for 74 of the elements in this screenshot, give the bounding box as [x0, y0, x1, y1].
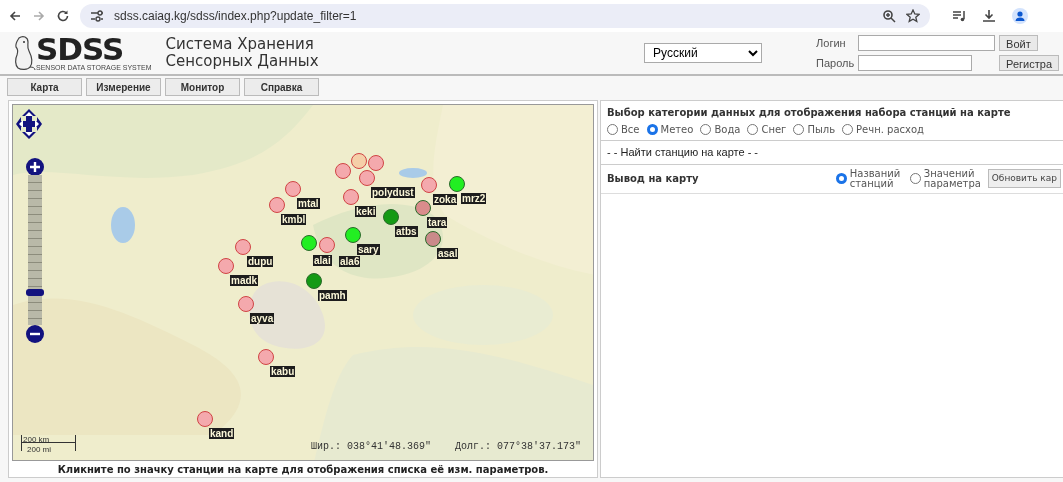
station-label[interactable]: atbs [395, 226, 418, 237]
station-label[interactable]: ayva [250, 313, 275, 324]
station-label[interactable]: dupu [247, 256, 274, 267]
station-label[interactable]: asal [437, 248, 459, 259]
radio-button[interactable] [700, 124, 712, 135]
menu-button[interactable]: Измерение [86, 78, 161, 96]
station-label[interactable]: alai [313, 255, 332, 266]
radio-label[interactable]: Снег [761, 122, 787, 137]
station-label[interactable]: pamh [318, 290, 347, 301]
menu-button[interactable]: Карта [7, 78, 82, 96]
site-title: Система Хранения [165, 36, 315, 53]
station-label[interactable]: mrz2 [461, 193, 487, 204]
radio-label[interactable]: Значений параметра [923, 168, 984, 189]
language-select[interactable]: Русский [644, 43, 763, 63]
address-bar[interactable]: sdss.caiag.kg/sdss/index.php?update_filter=1 [80, 4, 930, 28]
station-label[interactable]: madk [230, 275, 259, 286]
scale-label: 200 km [23, 434, 50, 446]
site-title: Сенсорных Данных [165, 53, 319, 70]
login-button[interactable]: Войт [999, 34, 1038, 51]
station-label[interactable]: tara [427, 217, 448, 228]
station-label[interactable]: keki [355, 206, 377, 217]
zoom-out-icon[interactable] [26, 325, 44, 343]
site-settings-icon[interactable] [90, 10, 104, 22]
radio-button[interactable] [646, 124, 658, 135]
station-label[interactable]: kabu [270, 366, 296, 377]
radio-button[interactable] [793, 124, 805, 135]
radio-label[interactable]: Пыль [807, 122, 836, 137]
register-button[interactable]: Регистра [999, 55, 1059, 72]
station-label[interactable]: polydust [371, 187, 415, 198]
radio-button[interactable] [747, 124, 759, 135]
back-icon[interactable] [8, 9, 22, 23]
station-label[interactable]: kand [209, 428, 235, 439]
map-hint: Кликните по значку станции на карте для отображения списка её изм. параметров. [56, 463, 550, 477]
field-label: Логин [816, 35, 847, 51]
login-field[interactable] [858, 34, 996, 51]
radio-label[interactable]: Метео [660, 122, 694, 137]
station-label[interactable]: mtal [297, 198, 320, 209]
star-icon[interactable] [906, 9, 920, 23]
radio-label[interactable]: Речн. расход [856, 122, 924, 137]
output-label: Вывод на карту [607, 172, 699, 186]
radio-label[interactable]: Все [621, 122, 640, 137]
update-map-button[interactable]: Обновить кар [987, 168, 1061, 189]
reload-icon[interactable] [56, 9, 70, 23]
logo-text: SDSS [36, 34, 124, 64]
station-label[interactable]: sary [357, 244, 380, 255]
radio-button[interactable] [835, 173, 847, 184]
password-field[interactable] [858, 55, 973, 72]
download-icon[interactable] [982, 9, 996, 23]
forward-icon[interactable] [32, 9, 46, 23]
radio-button[interactable] [909, 173, 921, 184]
radio-label[interactable]: Названий станций [849, 168, 910, 189]
menu-button[interactable]: Монитор [165, 78, 240, 96]
zoom-in-icon[interactable] [26, 158, 44, 176]
pan-control-icon[interactable] [16, 109, 42, 139]
menu-button[interactable]: Справка [244, 78, 319, 96]
panel-title: Выбор категории данных для отображения набора станций на карте [606, 106, 1012, 120]
profile-icon[interactable] [1012, 8, 1028, 24]
station-label[interactable]: ala6 [339, 256, 361, 267]
longitude-readout: Долг.: 077°38'37.173" [455, 440, 582, 454]
media-icon[interactable] [952, 9, 966, 23]
station-label[interactable]: kmbl [281, 214, 307, 225]
zoom-icon[interactable] [882, 9, 896, 23]
radio-button[interactable] [607, 124, 618, 135]
station-search-select[interactable]: - - Найти станцию на карте - - [601, 140, 1063, 165]
latitude-readout: Шир.: 038°41'48.369" [311, 440, 432, 454]
scale-bar [21, 435, 76, 451]
url-text: sdss.caiag.kg/sdss/index.php?update_filter=1 [114, 8, 357, 25]
station-label[interactable]: zoka [433, 194, 458, 205]
radio-button[interactable] [842, 124, 854, 135]
field-label: Пароль [816, 56, 856, 71]
zoom-slider[interactable] [28, 175, 42, 325]
zoom-slider-thumb[interactable] [26, 289, 44, 297]
radio-label[interactable]: Вода [714, 122, 741, 137]
scale-label: 200 mi [27, 444, 51, 456]
